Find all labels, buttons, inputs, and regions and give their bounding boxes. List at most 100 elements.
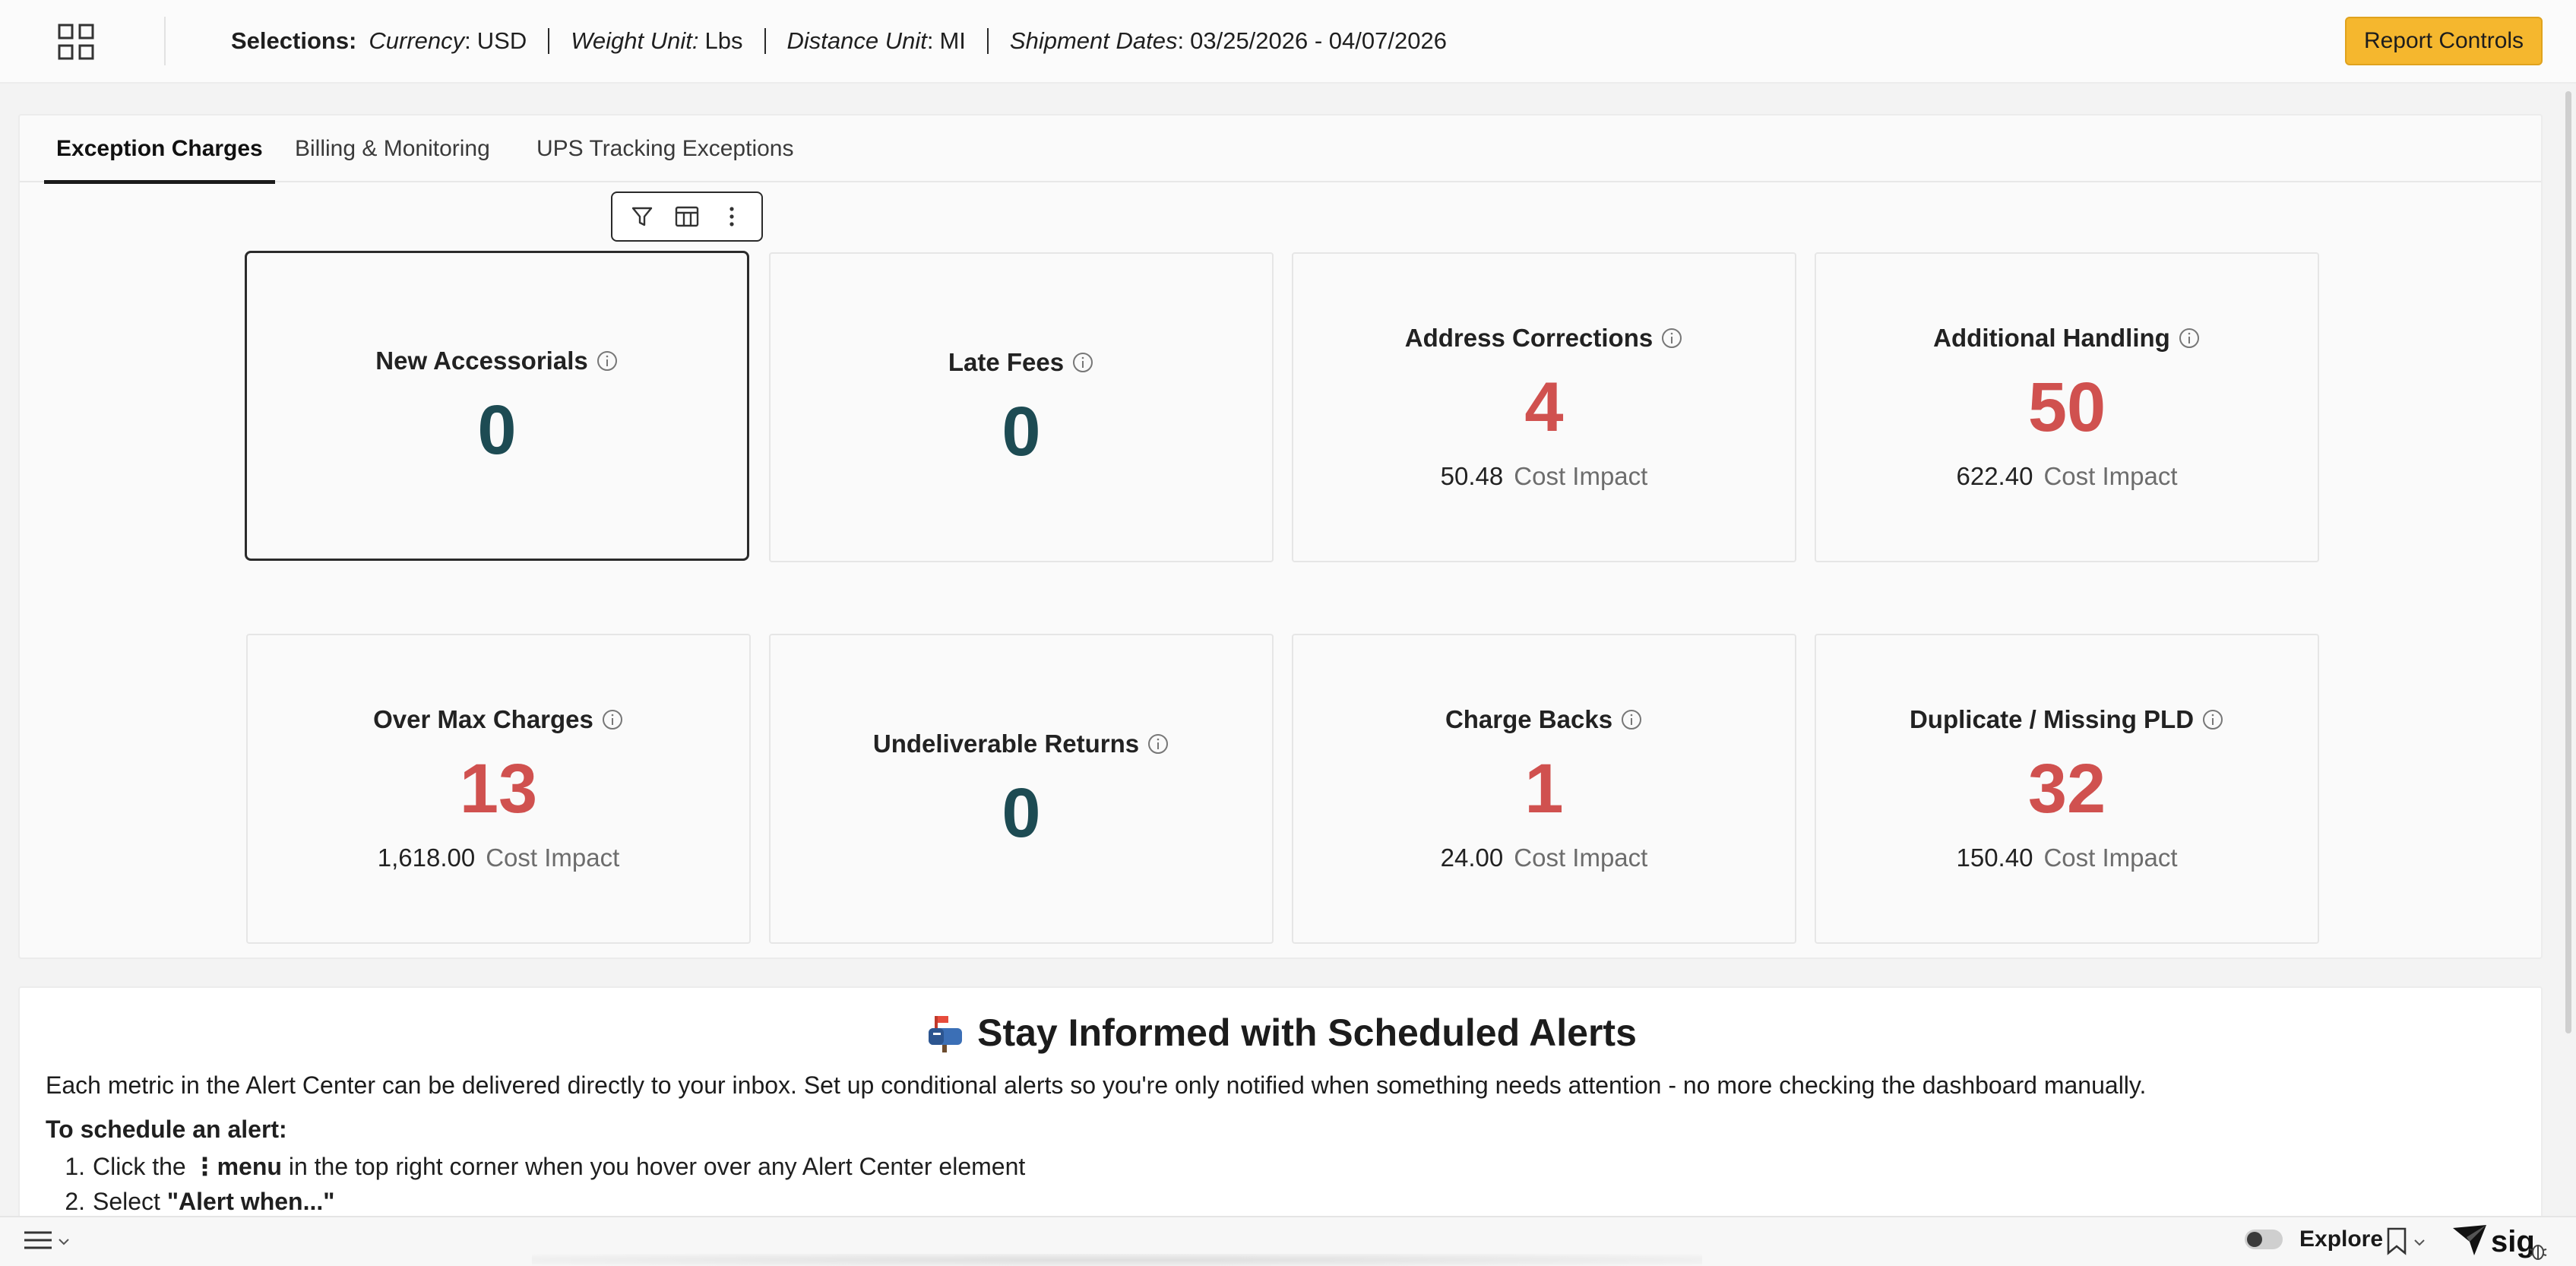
step-number: 1. bbox=[65, 1152, 85, 1180]
card-title: Duplicate / Missing PLD bbox=[1910, 705, 2224, 734]
metric-card-over-max-charges[interactable]: Over Max Charges 13 1,618.00 Cost Impact bbox=[246, 634, 751, 944]
cost-impact-value: 50.48 bbox=[1440, 462, 1504, 490]
brand-logo: sig bbox=[2451, 1223, 2535, 1261]
currency-key: Currency bbox=[369, 27, 465, 54]
metric-card-late-fees[interactable]: Late Fees 0 bbox=[769, 252, 1274, 562]
alert-step: 2. Select "Alert when..." bbox=[46, 1184, 1025, 1219]
info-icon[interactable] bbox=[1147, 733, 1169, 755]
tab-billing-monitoring[interactable]: Billing & Monitoring bbox=[295, 116, 490, 182]
selections-label: Selections: bbox=[231, 27, 357, 54]
info-icon[interactable] bbox=[596, 350, 619, 372]
vertical-scrollbar[interactable] bbox=[2565, 91, 2571, 1033]
info-icon[interactable] bbox=[601, 708, 624, 731]
currency-value: USD bbox=[476, 27, 527, 54]
bookmark-menu-button[interactable] bbox=[2386, 1226, 2426, 1259]
card-title: New Accessorials bbox=[375, 347, 618, 375]
card-title-text: Late Fees bbox=[948, 348, 1065, 376]
alert-title-text: Stay Informed with Scheduled Alerts bbox=[977, 1011, 1637, 1054]
step-text: Select bbox=[93, 1187, 167, 1215]
distance-unit-key: Distance Unit bbox=[786, 27, 927, 54]
info-icon[interactable] bbox=[1071, 351, 1094, 374]
card-value: 13 bbox=[459, 750, 538, 828]
metric-card-duplicate-missing-pld[interactable]: Duplicate / Missing PLD 32 150.40 Cost I… bbox=[1815, 634, 2319, 944]
shipment-dates-key: Shipment Dates bbox=[1009, 27, 1178, 54]
card-title: Undeliverable Returns bbox=[873, 730, 1169, 758]
metric-card-additional-handling[interactable]: Additional Handling 50 622.40 Cost Impac… bbox=[1815, 252, 2319, 562]
tab-exception-charges[interactable]: Exception Charges bbox=[44, 116, 275, 184]
cost-impact: 50.48 Cost Impact bbox=[1441, 462, 1648, 491]
info-icon[interactable] bbox=[1660, 327, 1683, 350]
info-icon[interactable] bbox=[1620, 708, 1643, 731]
bookmark-icon bbox=[2386, 1226, 2407, 1259]
distance-unit-selection: Distance Unit: MI bbox=[786, 27, 966, 54]
top-header: Selections: Currency: USD Weight Unit: L… bbox=[0, 0, 2576, 84]
metric-card-address-corrections[interactable]: Address Corrections 4 50.48 Cost Impact bbox=[1292, 252, 1796, 562]
card-value: 0 bbox=[1002, 393, 1041, 470]
alert-title: Stay Informed with Scheduled Alerts bbox=[20, 1011, 2541, 1055]
app-grid-icon[interactable] bbox=[53, 21, 99, 62]
header-divider bbox=[164, 17, 166, 65]
main-menu-button[interactable] bbox=[23, 1228, 70, 1256]
shipment-dates-value: 03/25/2026 - 04/07/2026 bbox=[1190, 27, 1447, 54]
metric-card-new-accessorials[interactable]: New Accessorials 0 bbox=[245, 251, 749, 561]
card-value: 0 bbox=[477, 391, 517, 469]
tab-ups-tracking-exceptions[interactable]: UPS Tracking Exceptions bbox=[536, 116, 793, 182]
metric-card-charge-backs[interactable]: Charge Backs 1 24.00 Cost Impact bbox=[1292, 634, 1796, 944]
info-icon[interactable] bbox=[2178, 327, 2201, 350]
mailbox-icon bbox=[924, 1011, 967, 1054]
card-value: 32 bbox=[2027, 750, 2106, 828]
step-number: 2. bbox=[65, 1187, 85, 1215]
cost-impact-value: 24.00 bbox=[1440, 843, 1504, 872]
weight-unit-key: Weight Unit: bbox=[571, 27, 699, 54]
bug-report-icon[interactable] bbox=[2527, 1240, 2549, 1265]
metric-card-undeliverable-returns[interactable]: Undeliverable Returns 0 bbox=[769, 634, 1274, 944]
cost-impact-label: Cost Impact bbox=[1514, 462, 1648, 490]
tab-bar: Exception Charges Billing & Monitoring U… bbox=[20, 116, 2541, 184]
shipment-dates-selection: Shipment Dates: 03/25/2026 - 04/07/2026 bbox=[1009, 27, 1447, 54]
explore-label: Explore bbox=[2299, 1226, 2384, 1252]
card-title: Charge Backs bbox=[1445, 705, 1643, 734]
exception-charges-panel: Exception Charges Billing & Monitoring U… bbox=[18, 114, 2543, 959]
step-bold-text: ⋮menu bbox=[192, 1153, 282, 1180]
selection-separator bbox=[764, 28, 766, 54]
card-title-text: Duplicate / Missing PLD bbox=[1909, 705, 2195, 733]
cost-impact-label: Cost Impact bbox=[1514, 843, 1648, 872]
report-controls-button[interactable]: Report Controls bbox=[2345, 17, 2543, 65]
cost-impact: 24.00 Cost Impact bbox=[1441, 843, 1648, 872]
explore-switch[interactable] bbox=[2245, 1230, 2283, 1249]
card-value: 0 bbox=[1002, 774, 1041, 852]
selection-separator bbox=[548, 28, 550, 54]
card-title: Additional Handling bbox=[1933, 324, 2201, 353]
card-value: 50 bbox=[2027, 369, 2106, 446]
explore-toggle[interactable]: Explore bbox=[2245, 1226, 2383, 1252]
distance-unit-value: MI bbox=[939, 27, 966, 54]
cost-impact-label: Cost Impact bbox=[486, 843, 620, 872]
scroll-shadow bbox=[532, 1254, 1702, 1266]
selections-summary: Selections: Currency: USD Weight Unit: L… bbox=[231, 26, 1447, 56]
card-title-text: Charge Backs bbox=[1445, 705, 1613, 733]
chevron-down-icon bbox=[2413, 1236, 2426, 1250]
cost-impact-label: Cost Impact bbox=[2043, 843, 2178, 872]
weight-unit-selection: Weight Unit: Lbs bbox=[571, 27, 742, 55]
info-icon[interactable] bbox=[2201, 708, 2224, 731]
cost-impact-value: 1,618.00 bbox=[377, 843, 476, 872]
card-value: 4 bbox=[1524, 369, 1564, 446]
selection-separator bbox=[986, 28, 989, 54]
step-text: in the top right corner when you hover o… bbox=[281, 1152, 1026, 1180]
table-view-icon[interactable] bbox=[670, 200, 704, 233]
card-title-text: Over Max Charges bbox=[373, 705, 593, 733]
cost-impact-value: 622.40 bbox=[1956, 462, 2033, 490]
weight-unit-value: Lbs bbox=[704, 27, 743, 54]
card-title-text: Address Corrections bbox=[1404, 324, 1654, 352]
chevron-down-icon bbox=[58, 1236, 70, 1249]
alert-step: 1. Click the ⋮menu in the top right corn… bbox=[46, 1149, 1025, 1184]
currency-selection: Currency: USD bbox=[369, 27, 527, 54]
more-options-icon[interactable] bbox=[715, 200, 748, 233]
card-title-text: New Accessorials bbox=[375, 347, 588, 375]
card-title-text: Additional Handling bbox=[1933, 324, 2170, 352]
filter-icon[interactable] bbox=[625, 200, 659, 233]
card-title-text: Undeliverable Returns bbox=[872, 730, 1140, 758]
cost-impact: 1,618.00 Cost Impact bbox=[378, 843, 620, 872]
hamburger-icon bbox=[23, 1228, 53, 1256]
card-title: Over Max Charges bbox=[373, 705, 624, 734]
